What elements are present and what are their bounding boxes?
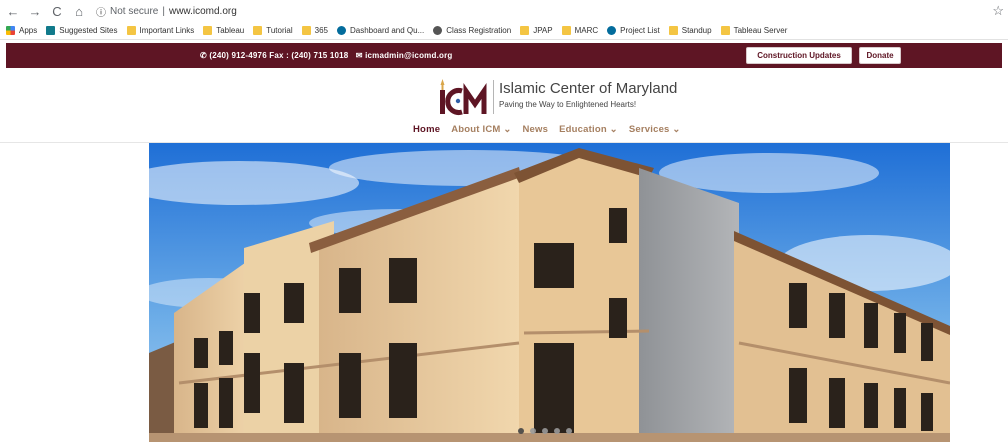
bookmark-tableau-server[interactable]: Tableau Server bbox=[720, 26, 788, 35]
url-divider: | bbox=[162, 5, 165, 17]
bookmark-suggested-sites[interactable]: Suggested Sites bbox=[46, 26, 118, 35]
browser-toolbar: ← → C ⌂ ⓘ Not secure | www.icomd.org ☆ bbox=[0, 0, 1008, 22]
building-photo bbox=[149, 143, 950, 442]
bookmark-label: Tutorial bbox=[266, 26, 293, 35]
slider-pagination bbox=[518, 428, 572, 434]
folder-icon bbox=[520, 26, 530, 35]
bookmark-label: Dashboard and Qu... bbox=[349, 26, 425, 35]
apps-icon bbox=[6, 26, 15, 35]
contact-bar: ✆ (240) 912-4976 Fax : (240) 715 1018 ✉ … bbox=[6, 43, 1002, 68]
bookmark-label: Important Links bbox=[139, 26, 195, 35]
info-icon[interactable]: ⓘ bbox=[96, 4, 106, 19]
bookmark-project-list[interactable]: Project List bbox=[607, 26, 660, 35]
sharepoint-icon bbox=[336, 26, 346, 35]
bookmarks-bar: Apps Suggested Sites Important Links Tab… bbox=[0, 22, 1008, 40]
folder-icon bbox=[301, 26, 311, 35]
bookmark-apps[interactable]: Apps bbox=[6, 26, 37, 35]
bookmark-label: JPAP bbox=[533, 26, 553, 35]
phone-icon: ✆ bbox=[200, 51, 207, 60]
bookmark-dashboard[interactable]: Dashboard and Qu... bbox=[336, 26, 425, 35]
nav-education[interactable]: Education ⌄ bbox=[559, 124, 618, 135]
bookmark-jpap[interactable]: JPAP bbox=[520, 26, 553, 35]
phone-text: (240) 912-4976 Fax : (240) 715 1018 bbox=[209, 51, 349, 60]
bookmark-365[interactable]: 365 bbox=[301, 26, 328, 35]
bookmark-tutorial[interactable]: Tutorial bbox=[253, 26, 293, 35]
construction-updates-button[interactable]: Construction Updates bbox=[746, 47, 852, 64]
folder-icon bbox=[126, 26, 136, 35]
home-icon[interactable]: ⌂ bbox=[70, 4, 88, 19]
bookmark-class-registration[interactable]: Class Registration bbox=[433, 26, 511, 35]
globe-icon bbox=[433, 26, 443, 35]
main-nav: Home About ICM ⌄ News Education ⌄ Servic… bbox=[413, 124, 681, 135]
bookmark-label: Class Registration bbox=[446, 26, 512, 35]
slider-dot[interactable] bbox=[518, 428, 524, 434]
nav-news[interactable]: News bbox=[523, 124, 549, 135]
slider-dot[interactable] bbox=[530, 428, 536, 434]
url-text[interactable]: www.icomd.org bbox=[169, 6, 237, 17]
slider-dot[interactable] bbox=[542, 428, 548, 434]
sharepoint-icon bbox=[607, 26, 617, 35]
email-link[interactable]: icmadmin@icomd.org bbox=[365, 51, 452, 60]
slider-dot[interactable] bbox=[554, 428, 560, 434]
address-bar[interactable]: ⓘ Not secure | www.icomd.org bbox=[96, 4, 237, 19]
bookmark-tableau[interactable]: Tableau bbox=[203, 26, 244, 35]
site-title: Islamic Center of Maryland bbox=[499, 80, 678, 97]
mail-icon: ✉ bbox=[355, 51, 363, 60]
security-label: Not secure bbox=[110, 5, 159, 17]
bookmark-label: Tableau Server bbox=[733, 26, 788, 35]
bookmark-label: Tableau bbox=[216, 26, 245, 35]
contact-info: ✆ (240) 912-4976 Fax : (240) 715 1018 ✉ … bbox=[200, 51, 452, 60]
nav-about[interactable]: About ICM ⌄ bbox=[451, 124, 511, 135]
bookmark-label: MARC bbox=[574, 26, 599, 35]
nav-services[interactable]: Services ⌄ bbox=[629, 124, 681, 135]
bookmark-label: Apps bbox=[19, 26, 38, 35]
folder-icon bbox=[253, 26, 263, 35]
bing-icon bbox=[46, 26, 56, 35]
icm-logo-icon bbox=[440, 79, 487, 115]
bookmark-label: Standup bbox=[681, 26, 712, 35]
hero-slider[interactable] bbox=[149, 143, 950, 442]
bookmark-label: 365 bbox=[314, 26, 328, 35]
bookmark-label: Suggested Sites bbox=[59, 26, 118, 35]
bookmark-marc[interactable]: MARC bbox=[561, 26, 599, 35]
site-tagline: Paving the Way to Enlightened Hearts! bbox=[499, 100, 637, 109]
nav-home[interactable]: Home bbox=[413, 124, 440, 135]
folder-icon bbox=[720, 26, 730, 35]
site-logo[interactable]: Islamic Center of Maryland Paving the Wa… bbox=[436, 77, 677, 117]
forward-arrow-icon[interactable]: → bbox=[26, 4, 44, 19]
bookmark-label: Project List bbox=[620, 26, 660, 35]
bookmark-important-links[interactable]: Important Links bbox=[126, 26, 195, 35]
folder-icon bbox=[668, 26, 678, 35]
folder-icon bbox=[203, 26, 213, 35]
slider-dot[interactable] bbox=[566, 428, 572, 434]
back-arrow-icon[interactable]: ← bbox=[4, 4, 22, 19]
folder-icon bbox=[561, 26, 571, 35]
bookmark-star-icon[interactable]: ☆ bbox=[992, 3, 1004, 19]
logo-text: Islamic Center of Maryland Paving the Wa… bbox=[493, 80, 677, 114]
reload-icon[interactable]: C bbox=[48, 4, 66, 19]
bookmark-standup[interactable]: Standup bbox=[668, 26, 712, 35]
donate-button[interactable]: Donate bbox=[859, 47, 901, 64]
